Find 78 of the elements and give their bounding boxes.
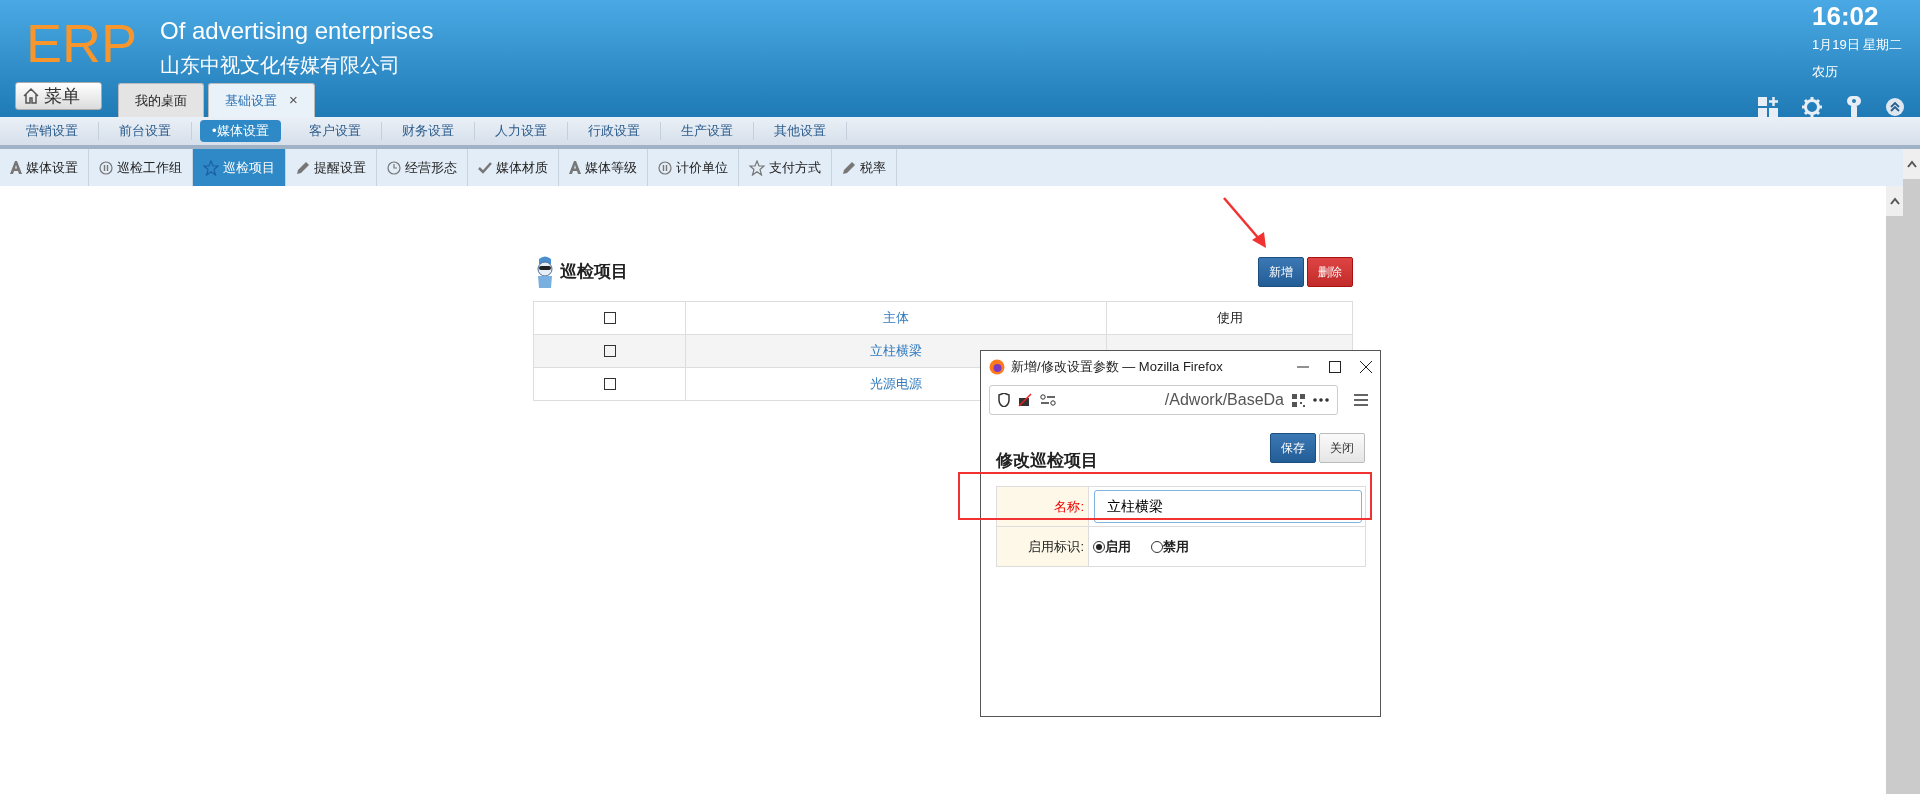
radio-option[interactable]: 启用	[1093, 536, 1132, 557]
page-title: 巡检项目	[560, 261, 629, 284]
sub-tab[interactable]: 媒体设置	[0, 149, 89, 186]
dialog-title: 修改巡检项目	[996, 449, 1098, 472]
close-button[interactable]: 关闭	[1319, 433, 1365, 463]
column-header[interactable]: 使用	[1216, 309, 1243, 325]
home-icon	[22, 87, 40, 105]
column-header[interactable]: 主体	[883, 309, 909, 325]
scroll-up-icon[interactable]	[1889, 197, 1900, 205]
save-button[interactable]: 保存	[1269, 433, 1316, 463]
add-widget-icon[interactable]	[1758, 97, 1778, 117]
pause-icon	[99, 160, 113, 175]
clock-icon	[387, 160, 401, 175]
maximize-icon[interactable]	[1328, 361, 1341, 373]
scrollbar[interactable]	[1903, 149, 1920, 794]
sub-tab[interactable]: 巡检项目	[193, 149, 286, 186]
scroll-up-icon[interactable]	[1906, 160, 1917, 168]
category-tab[interactable]: 行政设置	[567, 122, 661, 140]
blocked-camera-icon	[1018, 393, 1032, 407]
tab[interactable]: 我的桌面	[118, 83, 204, 117]
name-link[interactable]: 光源电源	[870, 375, 922, 391]
collapse-icon[interactable]	[1886, 98, 1904, 116]
select-all-checkbox[interactable]	[603, 312, 616, 325]
field-label: 名称:	[1054, 498, 1084, 514]
tab-label[interactable]: 基础设置	[225, 90, 277, 111]
tab-label[interactable]: 我的桌面	[135, 90, 187, 111]
name-input-field[interactable]: 立柱横梁	[1094, 490, 1362, 523]
menu-button[interactable]: 菜单	[15, 82, 102, 110]
scrollbar[interactable]	[1886, 186, 1903, 794]
app-title: Of advertising enterprises	[160, 18, 434, 45]
add-button[interactable]: 新增	[1257, 257, 1304, 287]
row-checkbox[interactable]	[603, 378, 616, 391]
font-icon	[10, 161, 22, 174]
clock-date: 1月19日 星期二	[1812, 35, 1903, 54]
shield-icon	[998, 393, 1010, 407]
close-icon[interactable]	[1360, 361, 1372, 373]
clock-time: 16:02	[1812, 2, 1880, 31]
category-tab[interactable]: •媒体设置	[200, 120, 281, 142]
url-text: /Adwork/BaseDa	[1164, 390, 1284, 410]
settings-icon[interactable]	[1802, 97, 1822, 117]
field-label: 启用标识:	[1028, 538, 1084, 554]
browser-logo-icon	[989, 359, 1005, 375]
sub-tab[interactable]: 税率	[832, 149, 897, 186]
sub-tab[interactable]: 媒体等级	[559, 149, 648, 186]
pencil-icon	[296, 160, 310, 175]
logo: ERP	[26, 16, 138, 70]
sub-tab[interactable]: 提醒设置	[286, 149, 377, 186]
sub-tab[interactable]: 支付方式	[739, 149, 832, 186]
more-icon[interactable]	[1313, 398, 1329, 402]
category-tab[interactable]: 客户设置	[288, 122, 382, 140]
window-title: 新增/修改设置参数 — Mozilla Firefox	[1011, 358, 1223, 377]
name-link[interactable]: 立柱横梁	[870, 342, 922, 358]
sub-tab[interactable]: 计价单位	[648, 149, 739, 186]
menu-icon[interactable]	[1354, 394, 1368, 406]
font-icon	[569, 161, 581, 174]
radio-option[interactable]: 禁用	[1150, 536, 1189, 557]
category-tab[interactable]: 财务设置	[381, 122, 475, 140]
sub-tab[interactable]: 经营形态	[377, 149, 468, 186]
category-tab[interactable]: 其他设置	[753, 122, 847, 140]
category-tab[interactable]: 人力设置	[474, 122, 568, 140]
category-tab[interactable]: 生产设置	[660, 122, 754, 140]
row-checkbox[interactable]	[603, 345, 616, 358]
sub-tab[interactable]: 媒体材质	[468, 149, 559, 186]
category-tab[interactable]: 营销设置	[6, 122, 99, 140]
delete-button[interactable]: 删除	[1307, 257, 1353, 287]
address-bar[interactable]: /Adwork/BaseDa	[989, 385, 1338, 415]
pencil-icon	[842, 160, 856, 175]
permissions-icon	[1040, 394, 1056, 406]
company-name: 山东中视文化传媒有限公司	[160, 53, 400, 78]
category-tab[interactable]: 前台设置	[99, 122, 192, 140]
close-button[interactable]: ×	[289, 89, 298, 112]
check-icon	[478, 161, 492, 174]
star-icon	[203, 159, 219, 176]
key-icon[interactable]	[1846, 96, 1862, 118]
tab[interactable]: 基础设置 ×	[208, 83, 315, 117]
pause-icon	[658, 160, 672, 175]
qr-code-icon	[1292, 393, 1305, 407]
star-icon	[749, 159, 765, 176]
